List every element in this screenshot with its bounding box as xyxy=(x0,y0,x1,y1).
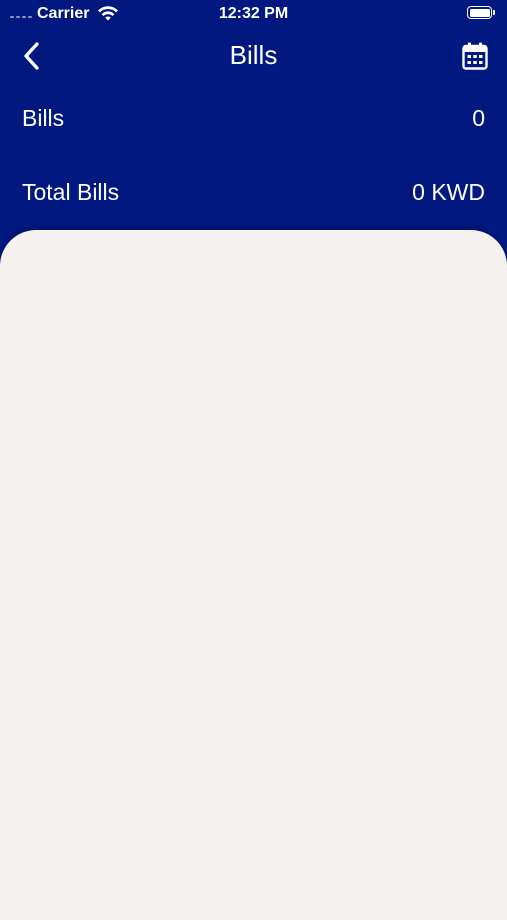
battery-icon xyxy=(467,6,497,23)
total-bills-row: Total Bills 0 KWD xyxy=(22,176,485,208)
bills-count-value: 0 xyxy=(472,104,485,131)
calendar-button[interactable] xyxy=(457,38,493,74)
bills-count-row: Bills 0 xyxy=(22,102,485,134)
calendar-icon xyxy=(462,42,488,70)
status-time: 12:32 PM xyxy=(218,5,289,22)
total-bills-label: Total Bills xyxy=(22,178,120,205)
status-bar: Carrier 12:32 PM xyxy=(0,0,507,30)
total-bills-value: 0 KWD xyxy=(412,178,485,205)
page-title: Bills xyxy=(229,40,278,70)
bills-list-container[interactable] xyxy=(0,230,507,920)
navigation-bar: Bills xyxy=(0,30,507,80)
bills-count-label: Bills xyxy=(22,104,65,131)
